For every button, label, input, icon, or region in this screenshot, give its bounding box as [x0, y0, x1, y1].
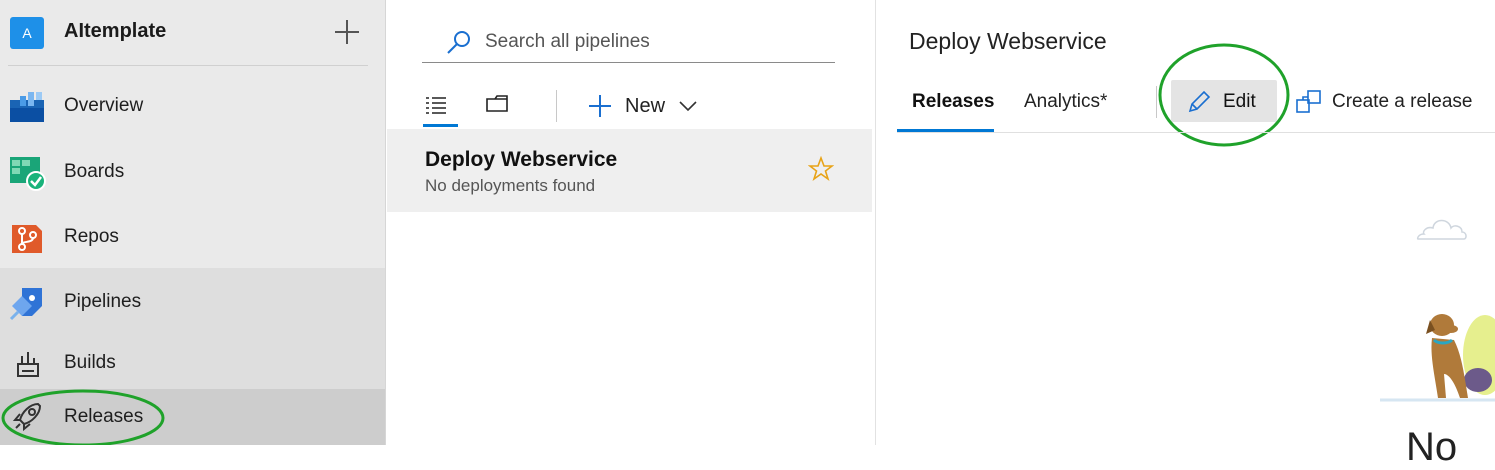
highlight-annotation: [1, 389, 165, 445]
pipeline-title: Deploy Webservice: [909, 28, 1107, 54]
add-project-button[interactable]: [332, 14, 362, 50]
plus-icon: [589, 95, 611, 117]
chevron-down-icon: [679, 101, 697, 112]
sidebar-item-pipelines[interactable]: Pipelines: [0, 278, 385, 328]
org-name[interactable]: AItemplate: [64, 20, 166, 43]
sidebar-item-label: Overview: [64, 95, 144, 116]
tabs-border: [897, 132, 1495, 133]
sidebar-item-boards[interactable]: Boards: [0, 148, 385, 198]
create-release-icon: [1296, 90, 1321, 113]
sidebar-item-label: Repos: [64, 226, 119, 247]
dog-illustration: [1380, 314, 1495, 402]
tab-analytics[interactable]: Analytics*: [1024, 91, 1107, 113]
pipeline-name[interactable]: Deploy Webservice: [425, 148, 617, 172]
plus-icon: [335, 20, 359, 44]
search-icon: [447, 31, 470, 54]
cloud-icon: [1416, 219, 1467, 240]
list-view-icon[interactable]: [424, 95, 448, 115]
pipelines-icon: [9, 288, 42, 321]
search-placeholder: Search all pipelines: [485, 31, 650, 52]
toolbar-separator: [556, 90, 557, 122]
overview-icon: [10, 92, 44, 122]
sidebar-item-builds[interactable]: Builds: [0, 339, 385, 387]
sidebar-item-label: Builds: [64, 352, 116, 373]
tab-releases[interactable]: Releases: [912, 91, 994, 113]
sidebar-item-label: Pipelines: [64, 291, 142, 312]
sidebar-item-repos[interactable]: Repos: [0, 213, 385, 263]
list-view-selected-indicator: [423, 124, 458, 127]
org-header: [0, 0, 385, 66]
sidebar-item-label: Boards: [64, 161, 125, 182]
create-release-label: Create a release: [1332, 91, 1473, 112]
builds-icon: [17, 352, 39, 377]
folder-icon[interactable]: [485, 94, 511, 114]
star-icon[interactable]: [808, 156, 834, 182]
pipeline-list-panel: [386, 0, 876, 445]
boards-icon: [10, 157, 46, 191]
new-button-label: New: [625, 95, 666, 117]
repos-icon: [12, 225, 42, 253]
pipeline-status: No deployments found: [425, 176, 596, 195]
org-avatar[interactable]: A: [10, 17, 44, 49]
sidebar-item-overview[interactable]: Overview: [0, 82, 385, 132]
empty-state-heading: No: [1406, 425, 1458, 469]
sidebar-divider: [8, 65, 368, 66]
